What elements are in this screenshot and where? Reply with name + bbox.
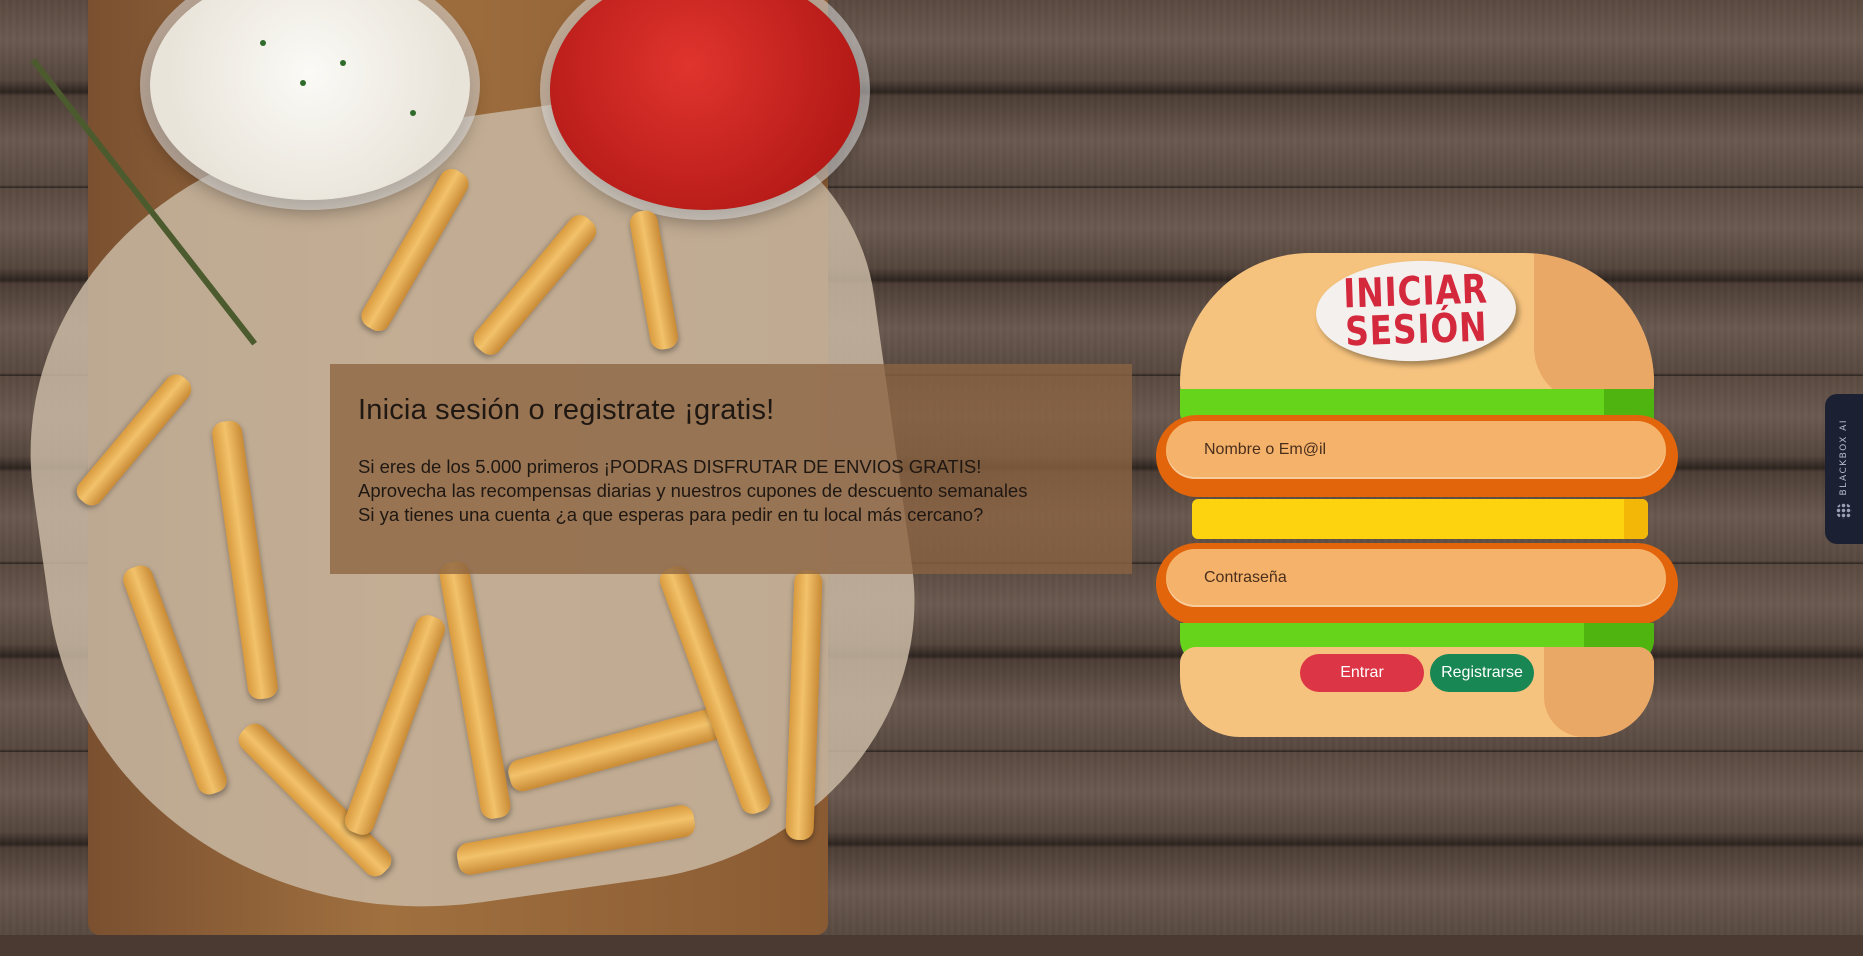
herb-fleck (410, 110, 416, 116)
form-actions: Entrar Registrarse (1156, 654, 1678, 692)
password-input[interactable] (1166, 549, 1666, 607)
cheese-slice (1192, 499, 1648, 539)
register-button[interactable]: Registrarse (1430, 654, 1534, 692)
herb-fleck (340, 60, 346, 66)
login-title-line2: SESIÓN (1344, 304, 1489, 356)
blackbox-ai-widget[interactable]: BLACKBOX AI (1825, 394, 1863, 544)
widget-label: BLACKBOX AI (1839, 418, 1849, 496)
patty-username (1156, 415, 1678, 497)
promo-line: Si eres de los 5.000 primeros ¡PODRAS DI… (358, 456, 982, 477)
blackbox-logo-icon (1836, 503, 1852, 520)
login-title-badge: INICIAR SESIÓN (1314, 257, 1518, 365)
herb-fleck (300, 80, 306, 86)
promo-panel: Inicia sesión o registrate ¡gratis! Si e… (330, 364, 1132, 574)
password-field-wrap (1166, 549, 1666, 607)
burger-login-form: INICIAR SESIÓN Entrar Registrarse (1156, 253, 1678, 737)
promo-heading: Inicia sesión o registrate ¡gratis! (358, 394, 775, 426)
login-button[interactable]: Entrar (1300, 654, 1424, 692)
herb-fleck (260, 40, 266, 46)
username-field-wrap (1166, 421, 1666, 479)
promo-line: Si ya tienes una cuenta ¿a que esperas p… (358, 504, 984, 525)
username-input[interactable] (1166, 421, 1666, 479)
patty-password (1156, 543, 1678, 625)
promo-line: Aprovecha las recompensas diarias y nues… (358, 480, 1028, 501)
